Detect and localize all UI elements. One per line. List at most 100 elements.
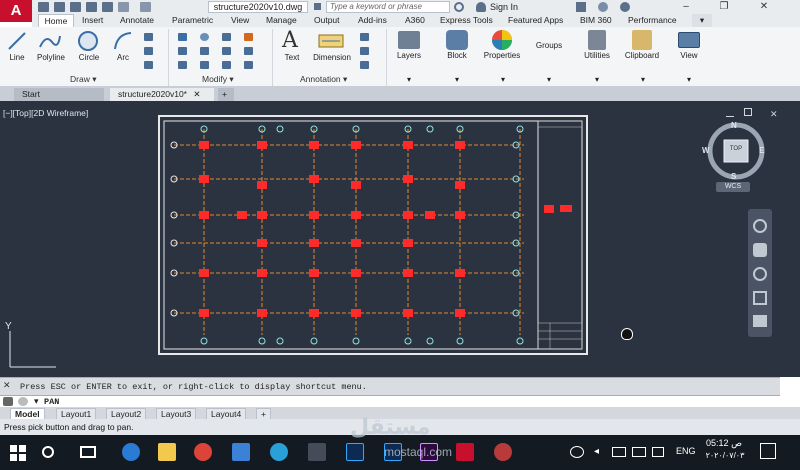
polyline-tool-label[interactable]: Polyline [32, 53, 70, 62]
circle-tool-icon[interactable] [76, 29, 100, 53]
customize-wrench-icon[interactable] [3, 397, 13, 406]
polyline-tool-icon[interactable] [38, 30, 62, 52]
properties-label[interactable]: Properties [480, 51, 524, 60]
help-icon[interactable] [620, 2, 630, 12]
dimension-tool-label[interactable]: Dimension [308, 53, 356, 62]
recent-commands-icon[interactable]: ▾ [34, 396, 39, 407]
text-tool-label[interactable]: Text [278, 53, 306, 62]
table-tool-icon[interactable] [360, 61, 369, 69]
tab-a360[interactable]: A360 [405, 14, 425, 27]
tab-home[interactable]: Home [38, 14, 74, 27]
save-as-icon[interactable] [86, 2, 97, 12]
copy-tool-icon[interactable] [178, 47, 187, 55]
circle-tool-label[interactable]: Circle [74, 53, 104, 62]
showmotion-icon[interactable] [753, 315, 767, 327]
wcs-menu[interactable]: WCS [716, 182, 750, 192]
action-center-icon[interactable] [760, 443, 776, 459]
line-tool-label[interactable]: Line [4, 53, 30, 62]
command-line[interactable]: ▾ PAN [0, 395, 780, 407]
search-input[interactable]: Type a keyword or phrase [326, 1, 450, 13]
clock-time[interactable]: 05:12 ص [704, 438, 744, 449]
rotate-tool-icon[interactable] [200, 33, 209, 41]
viewport-minimize-icon[interactable] [726, 109, 734, 117]
photos-icon[interactable] [270, 443, 288, 461]
viewcube-west[interactable]: W [702, 146, 710, 155]
trim-tool-icon[interactable] [222, 33, 231, 41]
tab-model[interactable]: Model [10, 408, 45, 419]
tab-layout2[interactable]: Layout2 [106, 408, 147, 419]
block-label[interactable]: Block [438, 51, 476, 60]
close-icon[interactable]: ✕ [752, 0, 776, 14]
tab-output[interactable]: Output [314, 14, 340, 27]
add-layout-button[interactable]: + [256, 408, 271, 419]
tab-bim-360[interactable]: BIM 360 [580, 14, 612, 27]
clipboard-icon[interactable] [632, 30, 652, 50]
viewcube-top-face[interactable]: TOP [724, 146, 748, 152]
modify-section-label[interactable]: Modify ▾ [202, 74, 234, 85]
scale-tool-icon[interactable] [200, 61, 209, 69]
autocad-logo-icon[interactable]: A [0, 0, 32, 22]
battery-icon[interactable] [632, 447, 646, 457]
active-file-tab[interactable]: structure2020v10* ✕ [110, 88, 214, 101]
block-icon[interactable] [446, 30, 468, 50]
properties-dropdown-icon[interactable]: ▾ [498, 75, 508, 84]
viewcube-east[interactable]: E [759, 146, 764, 155]
layers-icon[interactable] [398, 31, 420, 49]
block-dropdown-icon[interactable]: ▾ [452, 75, 462, 84]
annotation-section-label[interactable]: Annotation ▾ [300, 74, 347, 85]
language-indicator[interactable]: ENG [676, 446, 696, 456]
tab-featured-apps[interactable]: Featured Apps [508, 14, 563, 27]
open-file-icon[interactable] [54, 2, 65, 12]
clock-date[interactable]: ٢٠٢٠/٠٧/٠٣ [700, 451, 750, 460]
close-tab-icon[interactable]: ✕ [193, 89, 200, 99]
stretch-tool-icon[interactable] [178, 61, 187, 69]
save-icon[interactable] [70, 2, 81, 12]
red-app-icon[interactable] [494, 443, 512, 461]
autocad-taskbar-icon[interactable] [456, 443, 474, 461]
windows-start-icon[interactable] [10, 445, 26, 461]
chrome-icon[interactable] [194, 443, 212, 461]
people-icon[interactable] [570, 446, 584, 458]
start-tab[interactable]: Start [14, 88, 104, 101]
steering-wheel-icon[interactable] [753, 219, 767, 233]
drawing-canvas[interactable]: [−][Top][2D Wireframe] ✕ N S E W TOP WCS [0, 101, 780, 377]
gradient-tool-icon[interactable] [144, 61, 153, 69]
undo-icon[interactable] [118, 2, 129, 12]
task-view-icon[interactable] [80, 446, 96, 458]
utilities-calculator-icon[interactable] [588, 30, 606, 50]
tab-add-ins[interactable]: Add-ins [358, 14, 387, 27]
dimension-tool-icon[interactable] [318, 31, 344, 51]
tab-layout4[interactable]: Layout4 [206, 408, 247, 419]
clipboard-dropdown-icon[interactable]: ▾ [638, 75, 648, 84]
photoshop-icon[interactable] [346, 443, 364, 461]
offset-tool-icon[interactable] [244, 61, 253, 69]
array-tool-icon[interactable] [222, 61, 231, 69]
store-icon[interactable] [232, 443, 250, 461]
tab-manage[interactable]: Manage [266, 14, 297, 27]
zoom-icon[interactable] [753, 267, 767, 281]
layers-dropdown-icon[interactable]: ▾ [404, 75, 414, 84]
search-icon[interactable] [42, 446, 54, 458]
groups-dropdown-icon[interactable]: ▾ [544, 75, 554, 84]
clipboard-label[interactable]: Clipboard [618, 51, 666, 60]
chart-app-icon[interactable] [308, 443, 326, 461]
new-file-icon[interactable] [38, 2, 49, 12]
draw-section-label[interactable]: Draw ▾ [70, 74, 96, 85]
arc-tool-icon[interactable] [112, 30, 134, 52]
tab-layout1[interactable]: Layout1 [56, 408, 97, 419]
view-icon[interactable] [678, 32, 700, 48]
exchange-apps-icon[interactable] [576, 2, 586, 12]
network-icon[interactable] [612, 447, 626, 457]
tab-parametric[interactable]: Parametric [172, 14, 213, 27]
utilities-dropdown-icon[interactable]: ▾ [592, 75, 602, 84]
orbit-icon[interactable] [753, 291, 767, 305]
edge-browser-icon[interactable] [122, 443, 140, 461]
pan-icon[interactable] [753, 243, 767, 257]
new-tab-button[interactable]: + [218, 88, 234, 101]
restore-icon[interactable]: ❐ [712, 0, 736, 14]
viewcube-south[interactable]: S [731, 172, 736, 181]
viewport-controls[interactable]: [−][Top][2D Wireframe] [3, 108, 88, 118]
line-tool-icon[interactable] [6, 30, 28, 52]
tab-insert[interactable]: Insert [82, 14, 103, 27]
hatch-tool-icon[interactable] [144, 47, 153, 55]
